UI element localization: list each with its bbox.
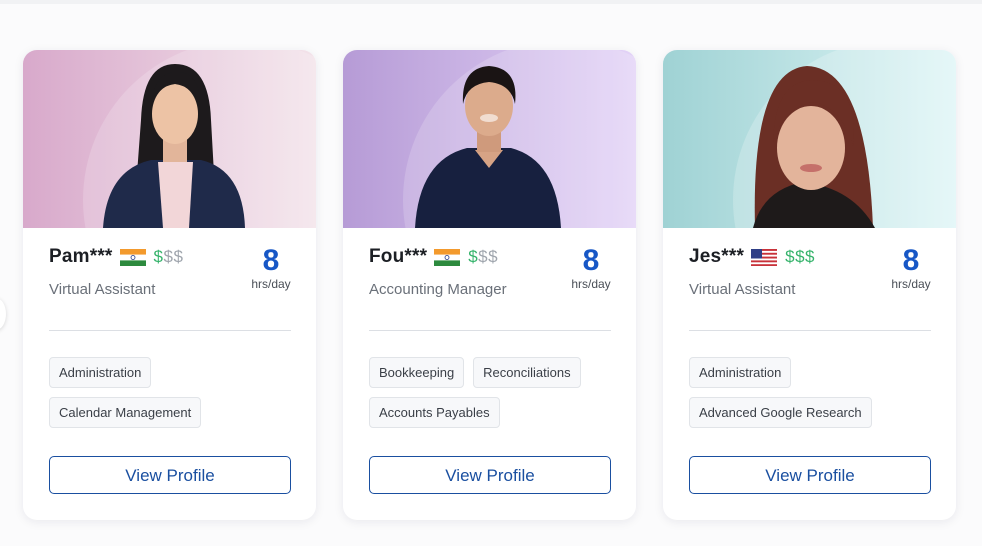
card-divider xyxy=(49,330,291,331)
candidate-photo xyxy=(343,50,636,228)
skill-tag: Calendar Management xyxy=(49,397,202,428)
skill-tag: Administration xyxy=(49,357,152,388)
skill-tag: Administration xyxy=(689,357,792,388)
card-divider xyxy=(689,330,931,331)
view-profile-button[interactable]: View Profile xyxy=(689,456,931,494)
hours-value: 8 xyxy=(902,244,920,277)
view-profile-button[interactable]: View Profile xyxy=(49,456,291,494)
price-level: $$$ xyxy=(785,247,815,266)
card-divider xyxy=(369,330,611,331)
india-flag-icon xyxy=(119,248,146,266)
skill-tags: Bookkeeping Reconciliations Accounts Pay… xyxy=(369,357,619,428)
skill-tag: Accounts Payables xyxy=(369,397,500,428)
skill-tag: Advanced Google Research xyxy=(689,397,872,428)
candidate-name: Pam*** xyxy=(49,246,113,267)
hours-unit: hrs/day xyxy=(891,277,931,291)
hours-per-day: 8 hrs/day xyxy=(885,244,937,290)
usa-flag-icon xyxy=(751,248,778,266)
carousel-prev-button[interactable] xyxy=(0,298,6,330)
candidate-name: Jes*** xyxy=(689,246,745,267)
price-level: $$$ xyxy=(468,247,499,266)
view-profile-button[interactable]: View Profile xyxy=(369,456,611,494)
candidate-card: Pam*** $$$ Virtual Assistant 8 hrs/day A… xyxy=(23,50,316,520)
skill-tags: Administration Calendar Management xyxy=(49,357,299,428)
skill-tag: Reconciliations xyxy=(473,357,581,388)
hours-unit: hrs/day xyxy=(251,277,291,291)
hours-value: 8 xyxy=(262,244,280,277)
hours-per-day: 8 hrs/day xyxy=(565,244,617,290)
candidate-photo xyxy=(663,50,956,228)
candidate-card: Fou*** $$$ Accounting Manager 8 hrs/day … xyxy=(343,50,636,520)
india-flag-icon xyxy=(434,248,461,266)
top-divider xyxy=(0,0,982,4)
candidate-card: Jes*** $$$ Virtual Assistant 8 hrs/day A… xyxy=(663,50,956,520)
price-level: $$$ xyxy=(153,247,184,266)
skill-tag: Bookkeeping xyxy=(369,357,465,388)
hours-value: 8 xyxy=(582,244,600,277)
candidate-name: Fou*** xyxy=(369,246,428,267)
skill-tags: Administration Advanced Google Research xyxy=(689,357,939,428)
hours-per-day: 8 hrs/day xyxy=(245,244,297,290)
hours-unit: hrs/day xyxy=(571,277,611,291)
candidate-photo xyxy=(23,50,316,228)
